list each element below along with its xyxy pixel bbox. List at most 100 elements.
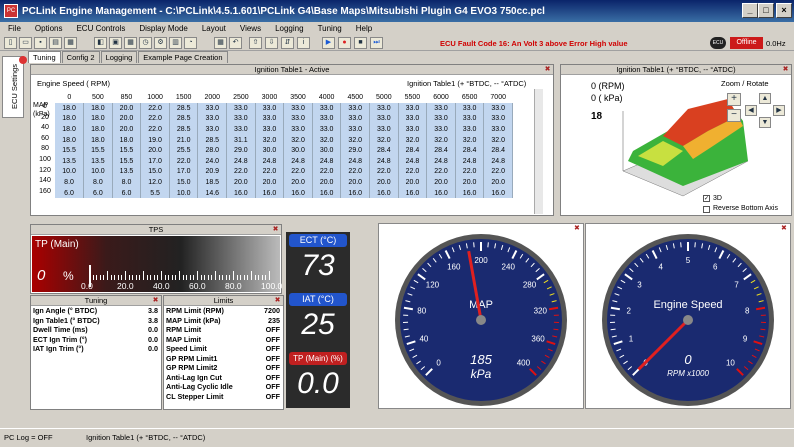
table-cell[interactable]: 10.0	[83, 166, 113, 178]
table-cell[interactable]: 17.0	[169, 166, 199, 178]
table-cell[interactable]: 33.0	[255, 113, 285, 125]
table-cell[interactable]: 22.0	[455, 166, 485, 178]
table-cell[interactable]: 32.0	[369, 134, 399, 146]
table-cell[interactable]: 33.0	[398, 113, 428, 125]
menu-logging[interactable]: Logging	[267, 24, 309, 33]
table-cell[interactable]: 18.0	[55, 124, 85, 135]
table-cell[interactable]: 12.0	[140, 177, 170, 188]
rpm-header-cell[interactable]: 6000	[427, 92, 456, 103]
rpm-header-cell[interactable]: 4000	[312, 92, 341, 103]
table-cell[interactable]: 28.5	[169, 103, 199, 114]
table-cell[interactable]: 28.5	[197, 134, 228, 146]
table-cell[interactable]: 15.0	[140, 166, 170, 178]
table-cell[interactable]: 33.0	[369, 103, 399, 114]
table-cell[interactable]: 22.0	[483, 166, 513, 178]
table-cell[interactable]: 5.5	[140, 187, 170, 199]
ecu-upload-icon[interactable]: ⇧	[249, 37, 262, 49]
close-icon[interactable]: ✖	[274, 297, 281, 304]
reverse-axis-checkbox[interactable]	[703, 206, 710, 213]
table-cell[interactable]: 8.0	[112, 177, 142, 188]
minimize-button[interactable]: _	[742, 3, 758, 18]
table-cell[interactable]: 28.4	[483, 145, 513, 156]
table-cell[interactable]: 18.0	[55, 113, 85, 125]
table-cell[interactable]: 33.0	[283, 124, 313, 135]
table-cell[interactable]: 20.0	[312, 177, 342, 188]
table-cell[interactable]: 16.0	[455, 187, 485, 199]
load-header-cell[interactable]: 100	[37, 156, 53, 163]
table-cell[interactable]: 24.0	[197, 155, 228, 167]
clock-icon[interactable]: ◷	[139, 37, 152, 49]
table-cell[interactable]: 18.0	[83, 113, 113, 125]
menu-help[interactable]: Help	[348, 24, 378, 33]
table-cell[interactable]: 33.0	[226, 113, 256, 125]
3d-checkbox[interactable]: ✓	[703, 195, 710, 202]
table-cell[interactable]: 16.0	[398, 187, 428, 199]
close-icon[interactable]	[19, 56, 27, 64]
rpm-header-cell[interactable]: 5000	[370, 92, 399, 103]
close-button[interactable]: ×	[776, 3, 792, 18]
table-cell[interactable]: 18.0	[83, 124, 113, 135]
table-cell[interactable]: 33.0	[340, 103, 371, 114]
table-cell[interactable]: 20.0	[340, 177, 371, 188]
table-cell[interactable]: 22.0	[140, 103, 170, 114]
tab-example-page[interactable]: Example Page Creation	[138, 51, 228, 63]
rotate-down-button[interactable]: ▼	[759, 117, 771, 128]
table-cell[interactable]: 20.0	[112, 113, 142, 125]
table-cell[interactable]: 10.0	[169, 187, 199, 199]
table-cell[interactable]: 33.0	[455, 113, 485, 125]
ecu-info-icon[interactable]: i	[297, 37, 310, 49]
table-cell[interactable]: 33.0	[283, 103, 313, 114]
rpm-header-cell[interactable]: 500	[84, 92, 113, 103]
vertical-scrollbar[interactable]	[534, 89, 543, 214]
tab-config-2[interactable]: Config 2	[61, 51, 100, 63]
rotate-right-button[interactable]: ▶	[773, 105, 785, 116]
table-cell[interactable]: 33.0	[369, 124, 399, 135]
table-cell[interactable]: 22.0	[398, 166, 428, 178]
table-cell[interactable]: 33.0	[398, 103, 428, 114]
close-icon[interactable]: ✖	[782, 66, 789, 73]
table-cell[interactable]: 8.0	[55, 177, 85, 188]
table-cell[interactable]: 33.0	[197, 124, 228, 135]
table-cell[interactable]: 32.0	[283, 134, 313, 146]
table-cell[interactable]: 32.0	[426, 134, 456, 146]
table-cell[interactable]: 16.0	[340, 187, 371, 199]
undo-icon[interactable]: ↶	[229, 37, 242, 49]
table-cell[interactable]: 32.0	[398, 134, 428, 146]
table-cell[interactable]: 16.0	[226, 187, 256, 199]
table-cell[interactable]: 24.8	[455, 155, 485, 167]
table-cell[interactable]: 24.8	[483, 155, 513, 167]
table-cell[interactable]: 33.0	[483, 124, 513, 135]
table-cell[interactable]: 20.0	[255, 177, 285, 188]
table-cell[interactable]: 31.1	[226, 134, 256, 146]
table-cell[interactable]: 22.0	[283, 166, 313, 178]
rpm-header-cell[interactable]: 850	[112, 92, 141, 103]
zoom-in-button[interactable]: +	[727, 93, 741, 106]
table-cell[interactable]: 18.0	[55, 103, 85, 114]
table-cell[interactable]: 10.0	[55, 166, 85, 178]
table-cell[interactable]: 16.0	[255, 187, 285, 199]
table-cell[interactable]: 28.4	[369, 145, 399, 156]
menu-file[interactable]: File	[0, 24, 27, 33]
table-cell[interactable]: 24.8	[226, 155, 256, 167]
table-cell[interactable]: 20.0	[283, 177, 313, 188]
ecu-settings-side-tab[interactable]: ECU Settings	[2, 56, 24, 118]
rpm-header-cell[interactable]: 1000	[141, 92, 170, 103]
table-cell[interactable]: 28.5	[169, 124, 199, 135]
table-cell[interactable]: 20.0	[426, 177, 456, 188]
table-cell[interactable]: 20.0	[483, 177, 513, 188]
rpm-header-cell[interactable]: 2500	[227, 92, 256, 103]
table-cell[interactable]: 6.0	[55, 187, 85, 199]
table-cell[interactable]: 33.0	[255, 103, 285, 114]
table-cell[interactable]: 18.0	[55, 134, 85, 146]
table-cell[interactable]: 33.0	[312, 103, 342, 114]
load-header-cell[interactable]: 80	[37, 145, 53, 152]
table-cell[interactable]: 33.0	[426, 103, 456, 114]
table-cell[interactable]: 30.0	[283, 145, 313, 156]
load-header-cell[interactable]: 20	[37, 114, 53, 121]
table-cell[interactable]: 24.8	[283, 155, 313, 167]
close-icon[interactable]: ✖	[781, 225, 788, 232]
table-cell[interactable]: 22.0	[312, 166, 342, 178]
table-cell[interactable]: 15.5	[112, 155, 142, 167]
table-cell[interactable]: 20.0	[369, 177, 399, 188]
menu-layout[interactable]: Layout	[194, 24, 232, 33]
